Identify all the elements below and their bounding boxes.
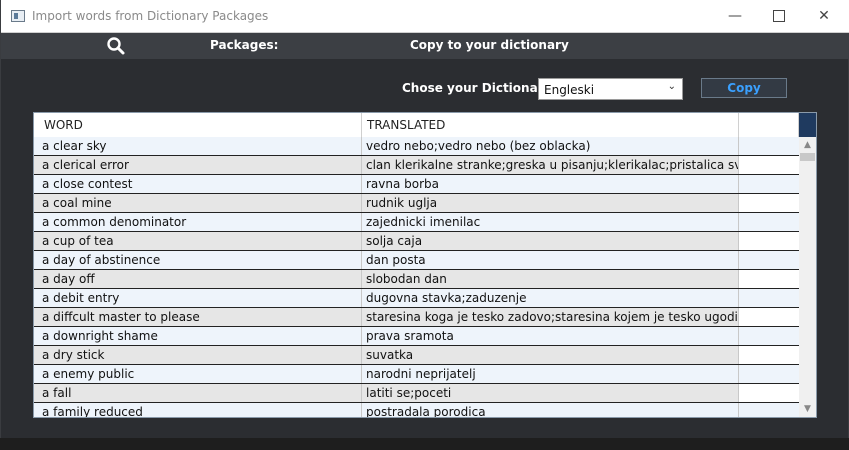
- minimize-button[interactable]: —: [712, 0, 758, 32]
- translated-cell: dan posta: [362, 251, 739, 269]
- extra-cell: [739, 270, 799, 288]
- extra-cell: [739, 232, 799, 250]
- table-row[interactable]: a clear sky vedro nebo;vedro nebo (bez ob…: [34, 137, 799, 156]
- table-row[interactable]: a day of abstinence dan posta: [34, 251, 799, 270]
- translated-cell: vedro nebo;vedro nebo (bez oblacka): [362, 137, 739, 155]
- translated-cell: staresina koga je tesko zadovo;staresina…: [362, 308, 739, 326]
- extra-cell: [739, 346, 799, 364]
- translated-cell: latiti se;poceti: [362, 384, 739, 402]
- translated-cell: dugovna stavka;zaduzenje: [362, 289, 739, 307]
- extra-cell: [739, 194, 799, 212]
- word-cell: a cup of tea: [34, 232, 362, 250]
- translated-cell: suvatka: [362, 346, 739, 364]
- copy-button[interactable]: Copy: [701, 78, 787, 98]
- extra-cell: [739, 308, 799, 326]
- column-header-translated[interactable]: TRANSLATED: [362, 113, 739, 137]
- word-cell: a clerical error: [34, 156, 362, 174]
- minimize-icon: —: [728, 8, 742, 24]
- vertical-scrollbar[interactable]: ▲ ▼: [799, 137, 816, 417]
- extra-cell: [739, 327, 799, 345]
- title-bar[interactable]: Import words from Dictionary Packages — …: [1, 0, 849, 33]
- column-header-word[interactable]: WORD: [34, 113, 362, 137]
- choose-dictionary-label: Chose your Dictionary:: [402, 81, 557, 95]
- translated-cell: rudnik uglja: [362, 194, 739, 212]
- extra-cell: [739, 251, 799, 269]
- search-icon[interactable]: [106, 36, 126, 56]
- translated-cell: slobodan dan: [362, 270, 739, 288]
- extra-cell: [739, 384, 799, 402]
- close-button[interactable]: ✕: [801, 0, 847, 32]
- table-row[interactable]: a close contest ravna borba: [34, 175, 799, 194]
- header-corner: [799, 113, 816, 137]
- table-row[interactable]: a fall latiti se;poceti: [34, 384, 799, 403]
- maximize-icon: [773, 10, 785, 22]
- translated-cell: clan klerikalne stranke;greska u pisanju…: [362, 156, 739, 174]
- translated-cell: prava sramota: [362, 327, 739, 345]
- table-row[interactable]: a family reduced postradala porodica: [34, 403, 799, 417]
- extra-cell: [739, 137, 799, 155]
- extra-cell: [739, 289, 799, 307]
- nav-bar: Packages: Copy to your dictionary: [1, 33, 849, 59]
- word-cell: a close contest: [34, 175, 362, 193]
- translated-cell: ravna borba: [362, 175, 739, 193]
- dictionary-select-value: Engleski: [544, 83, 595, 97]
- word-cell: a family reduced: [34, 403, 362, 417]
- table-row[interactable]: a day off slobodan dan: [34, 270, 799, 289]
- scroll-up-icon[interactable]: ▲: [799, 137, 816, 153]
- scrollbar-thumb[interactable]: [800, 153, 815, 161]
- word-cell: a coal mine: [34, 194, 362, 212]
- translated-cell: zajednicki imenilac: [362, 213, 739, 231]
- word-cell: a day off: [34, 270, 362, 288]
- packages-tab[interactable]: Packages:: [210, 38, 278, 52]
- extra-cell: [739, 403, 799, 417]
- translated-cell: narodni neprijatelj: [362, 365, 739, 383]
- table-row[interactable]: a common denominator zajednicki imenilac: [34, 213, 799, 232]
- word-cell: a downright shame: [34, 327, 362, 345]
- close-icon: ✕: [818, 8, 830, 24]
- table-row[interactable]: a clerical error clan klerikalne stranke;…: [34, 156, 799, 175]
- word-cell: a debit entry: [34, 289, 362, 307]
- word-cell: a clear sky: [34, 137, 362, 155]
- word-cell: a common denominator: [34, 213, 362, 231]
- word-cell: a diffcult master to please: [34, 308, 362, 326]
- import-window: Import words from Dictionary Packages — …: [0, 0, 849, 438]
- table-row[interactable]: a downright shame prava sramota: [34, 327, 799, 346]
- word-cell: a dry stick: [34, 346, 362, 364]
- app-icon: [11, 10, 25, 22]
- extra-cell: [739, 175, 799, 193]
- translated-cell: postradala porodica: [362, 403, 739, 417]
- scroll-down-icon[interactable]: ▼: [799, 401, 816, 417]
- bottom-strip: [0, 438, 849, 450]
- translated-cell: solja caja: [362, 232, 739, 250]
- table-rows: a clear sky vedro nebo;vedro nebo (bez ob…: [34, 137, 799, 417]
- table-row[interactable]: a coal mine rudnik uglja: [34, 194, 799, 213]
- table-header: WORD TRANSLATED: [34, 113, 799, 138]
- column-header-extra[interactable]: [739, 113, 799, 137]
- extra-cell: [739, 156, 799, 174]
- table-row[interactable]: a dry stick suvatka: [34, 346, 799, 365]
- table-row[interactable]: a debit entry dugovna stavka;zaduzenje: [34, 289, 799, 308]
- word-cell: a enemy public: [34, 365, 362, 383]
- word-cell: a fall: [34, 384, 362, 402]
- extra-cell: [739, 213, 799, 231]
- copy-to-dictionary-tab[interactable]: Copy to your dictionary: [410, 38, 569, 52]
- table-row[interactable]: a enemy public narodni neprijatelj: [34, 365, 799, 384]
- extra-cell: [739, 365, 799, 383]
- words-table[interactable]: WORD TRANSLATED a clear sky vedro nebo;ve…: [33, 112, 817, 418]
- dictionary-select[interactable]: Engleski ⌄: [538, 78, 683, 100]
- table-row[interactable]: a cup of tea solja caja: [34, 232, 799, 251]
- word-cell: a day of abstinence: [34, 251, 362, 269]
- table-row[interactable]: a diffcult master to please staresina kog…: [34, 308, 799, 327]
- window-title: Import words from Dictionary Packages: [32, 9, 269, 23]
- chevron-down-icon: ⌄: [667, 81, 676, 92]
- maximize-button[interactable]: [756, 0, 802, 32]
